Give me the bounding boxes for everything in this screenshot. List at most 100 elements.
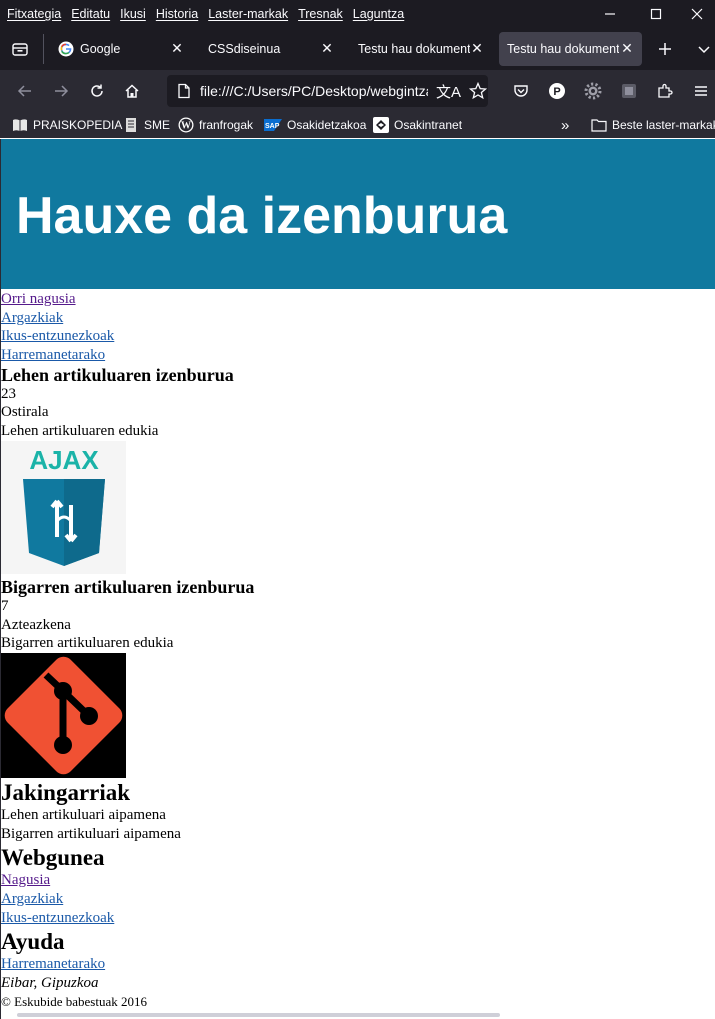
close-icon [691, 8, 703, 20]
menu-ikusi[interactable]: Ikusi [115, 7, 151, 21]
bookmark-label: Beste laster-markak [612, 118, 715, 132]
nav-link-ikus-entzunezkoak[interactable]: Ikus-entzunezkoak [1, 327, 715, 346]
home-button[interactable] [119, 78, 145, 104]
other-bookmarks-folder[interactable]: Beste laster-markak [591, 112, 715, 138]
menu-fitxategia[interactable]: Fitxategia [0, 7, 66, 21]
footer-link-argazkiak[interactable]: Argazkiak [1, 890, 715, 909]
bookmark-osakintranet[interactable]: Osakintranet [373, 112, 462, 138]
plus-icon [659, 43, 671, 55]
svg-text:SAP: SAP [265, 123, 280, 130]
page-header: Hauxe da izenburua [1, 139, 715, 289]
footer-help-title: Ayuda [1, 929, 65, 955]
article-1-title: Lehen artikuluaren izenburua [1, 364, 234, 385]
git-logo-image [1, 652, 126, 778]
forward-button[interactable] [48, 78, 74, 104]
article-2-title: Bigarren artikuluaren izenburua [1, 576, 255, 597]
article-2-weekday: Azteazkena [1, 616, 71, 633]
tab-testu-1[interactable]: Testu hau dokumentu ✕ [349, 32, 492, 66]
tab-close-button[interactable]: ✕ [170, 40, 184, 56]
wordpress-icon: W [178, 117, 194, 133]
tab-overview-button[interactable] [7, 36, 33, 62]
tab-bar: Google ✕ CSSdiseinua ✕ Testu hau dokumen… [0, 28, 715, 70]
extension-gear-button[interactable] [580, 78, 606, 104]
new-tab-button[interactable] [652, 36, 678, 62]
book-icon [12, 117, 28, 133]
close-window-button[interactable] [679, 0, 715, 28]
minimize-button[interactable] [587, 0, 633, 28]
horizontal-scrollbar[interactable] [17, 1013, 500, 1017]
app-menu-button[interactable] [688, 78, 714, 104]
bookmarks-overflow-button[interactable]: » [561, 112, 569, 138]
bookmarks-toolbar: PRAISKOPEDIA SME W franfrogak SAP Osakid… [0, 112, 715, 138]
pocket-button[interactable] [508, 78, 534, 104]
extension-p-button[interactable]: P [544, 78, 570, 104]
reload-icon [91, 84, 103, 97]
bookmark-label: franfrogak [199, 118, 254, 132]
star-icon[interactable] [469, 82, 488, 100]
footer-link-harremanetarako[interactable]: Harremanetarako [1, 955, 715, 974]
aside-item: Bigarren artikuluari aipamena [1, 825, 181, 842]
chevron-down-icon [698, 46, 710, 54]
google-icon [58, 41, 74, 57]
menu-editatu[interactable]: Editatu [66, 7, 115, 21]
extensions-button[interactable] [652, 78, 678, 104]
nav-link-orri-nagusia[interactable]: Orri nagusia [1, 290, 715, 309]
bookmark-label: Osakidetzakoa [287, 118, 367, 132]
nav-link-argazkiak[interactable]: Argazkiak [1, 309, 715, 328]
footer-link-ikus-entzunezkoak[interactable]: Ikus-entzunezkoak [1, 909, 715, 928]
gear-icon [584, 82, 602, 100]
bookmark-osakidetzakoa[interactable]: SAP Osakidetzakoa [264, 112, 366, 138]
osakintranet-icon [373, 117, 389, 133]
bookmark-label: PRAISKOPEDIA [33, 118, 123, 132]
tab-title: CSSdiseinua [208, 42, 281, 56]
aside-item: Lehen artikuluari aipamena [1, 806, 166, 823]
document-stack-icon [123, 117, 139, 133]
back-button[interactable] [12, 78, 38, 104]
tab-close-button[interactable]: ✕ [620, 40, 634, 56]
article-1-content: Lehen artikuluaren edukia [1, 423, 159, 440]
file-icon [178, 83, 190, 99]
bookmark-sme[interactable]: SME [123, 112, 170, 138]
translate-icon[interactable]: 文A [436, 81, 461, 102]
reload-button[interactable] [84, 78, 110, 104]
pocket-icon [514, 85, 528, 97]
tab-separator [43, 34, 44, 64]
navigation-toolbar: file:///C:/Users/PC/Desktop/webgintza 文A… [0, 70, 715, 112]
puzzle-icon [658, 83, 673, 98]
page-title: Hauxe da izenburua [16, 187, 508, 245]
maximize-button[interactable] [633, 0, 679, 28]
bookmark-franfrogak[interactable]: W franfrogak [178, 112, 253, 138]
tab-testu-active[interactable]: Testu hau dokumentu ✕ [499, 32, 642, 66]
url-text[interactable]: file:///C:/Users/PC/Desktop/webgintza [200, 83, 428, 99]
web-page: Hauxe da izenburua Orri nagusia Argazkia… [1, 139, 715, 1019]
footer-address: Eibar, Gipuzkoa [1, 975, 99, 991]
folder-icon [591, 117, 607, 133]
nav-link-harremanetarako[interactable]: Harremanetarako [1, 346, 715, 365]
extension-box-icon [622, 84, 636, 98]
menu-tresnak[interactable]: Tresnak [293, 7, 348, 21]
arrow-right-icon [55, 85, 69, 97]
menu-laguntza[interactable]: Laguntza [348, 7, 409, 21]
maximize-icon [650, 8, 662, 20]
extension-box-button[interactable] [616, 78, 642, 104]
tab-close-button[interactable]: ✕ [320, 40, 334, 56]
bookmark-label: Osakintranet [394, 118, 463, 132]
p-extension-icon: P [549, 83, 565, 99]
url-bar[interactable]: file:///C:/Users/PC/Desktop/webgintza 文A [167, 75, 488, 107]
bookmark-praiskopedia[interactable]: PRAISKOPEDIA [12, 112, 122, 138]
bookmark-label: SME [144, 118, 171, 132]
svg-text:W: W [181, 121, 191, 132]
footer-link-nagusia[interactable]: Nagusia [1, 871, 715, 890]
tab-cssdiseinua[interactable]: CSSdiseinua ✕ [199, 32, 342, 66]
list-tabs-button[interactable] [691, 36, 715, 62]
chevron-double-right-icon: » [561, 116, 570, 134]
hamburger-menu-icon [695, 86, 707, 96]
minimize-icon [605, 13, 615, 15]
menu-historia[interactable]: Historia [151, 7, 203, 21]
menu-laster-markak[interactable]: Laster-markak [203, 7, 293, 21]
ajax-logo-text: AJAX [29, 445, 99, 475]
tab-close-button[interactable]: ✕ [470, 40, 484, 56]
tab-google[interactable]: Google ✕ [49, 32, 192, 66]
ajax-logo-icon: AJAX [23, 445, 105, 566]
article-1-weekday: Ostirala [1, 404, 49, 421]
